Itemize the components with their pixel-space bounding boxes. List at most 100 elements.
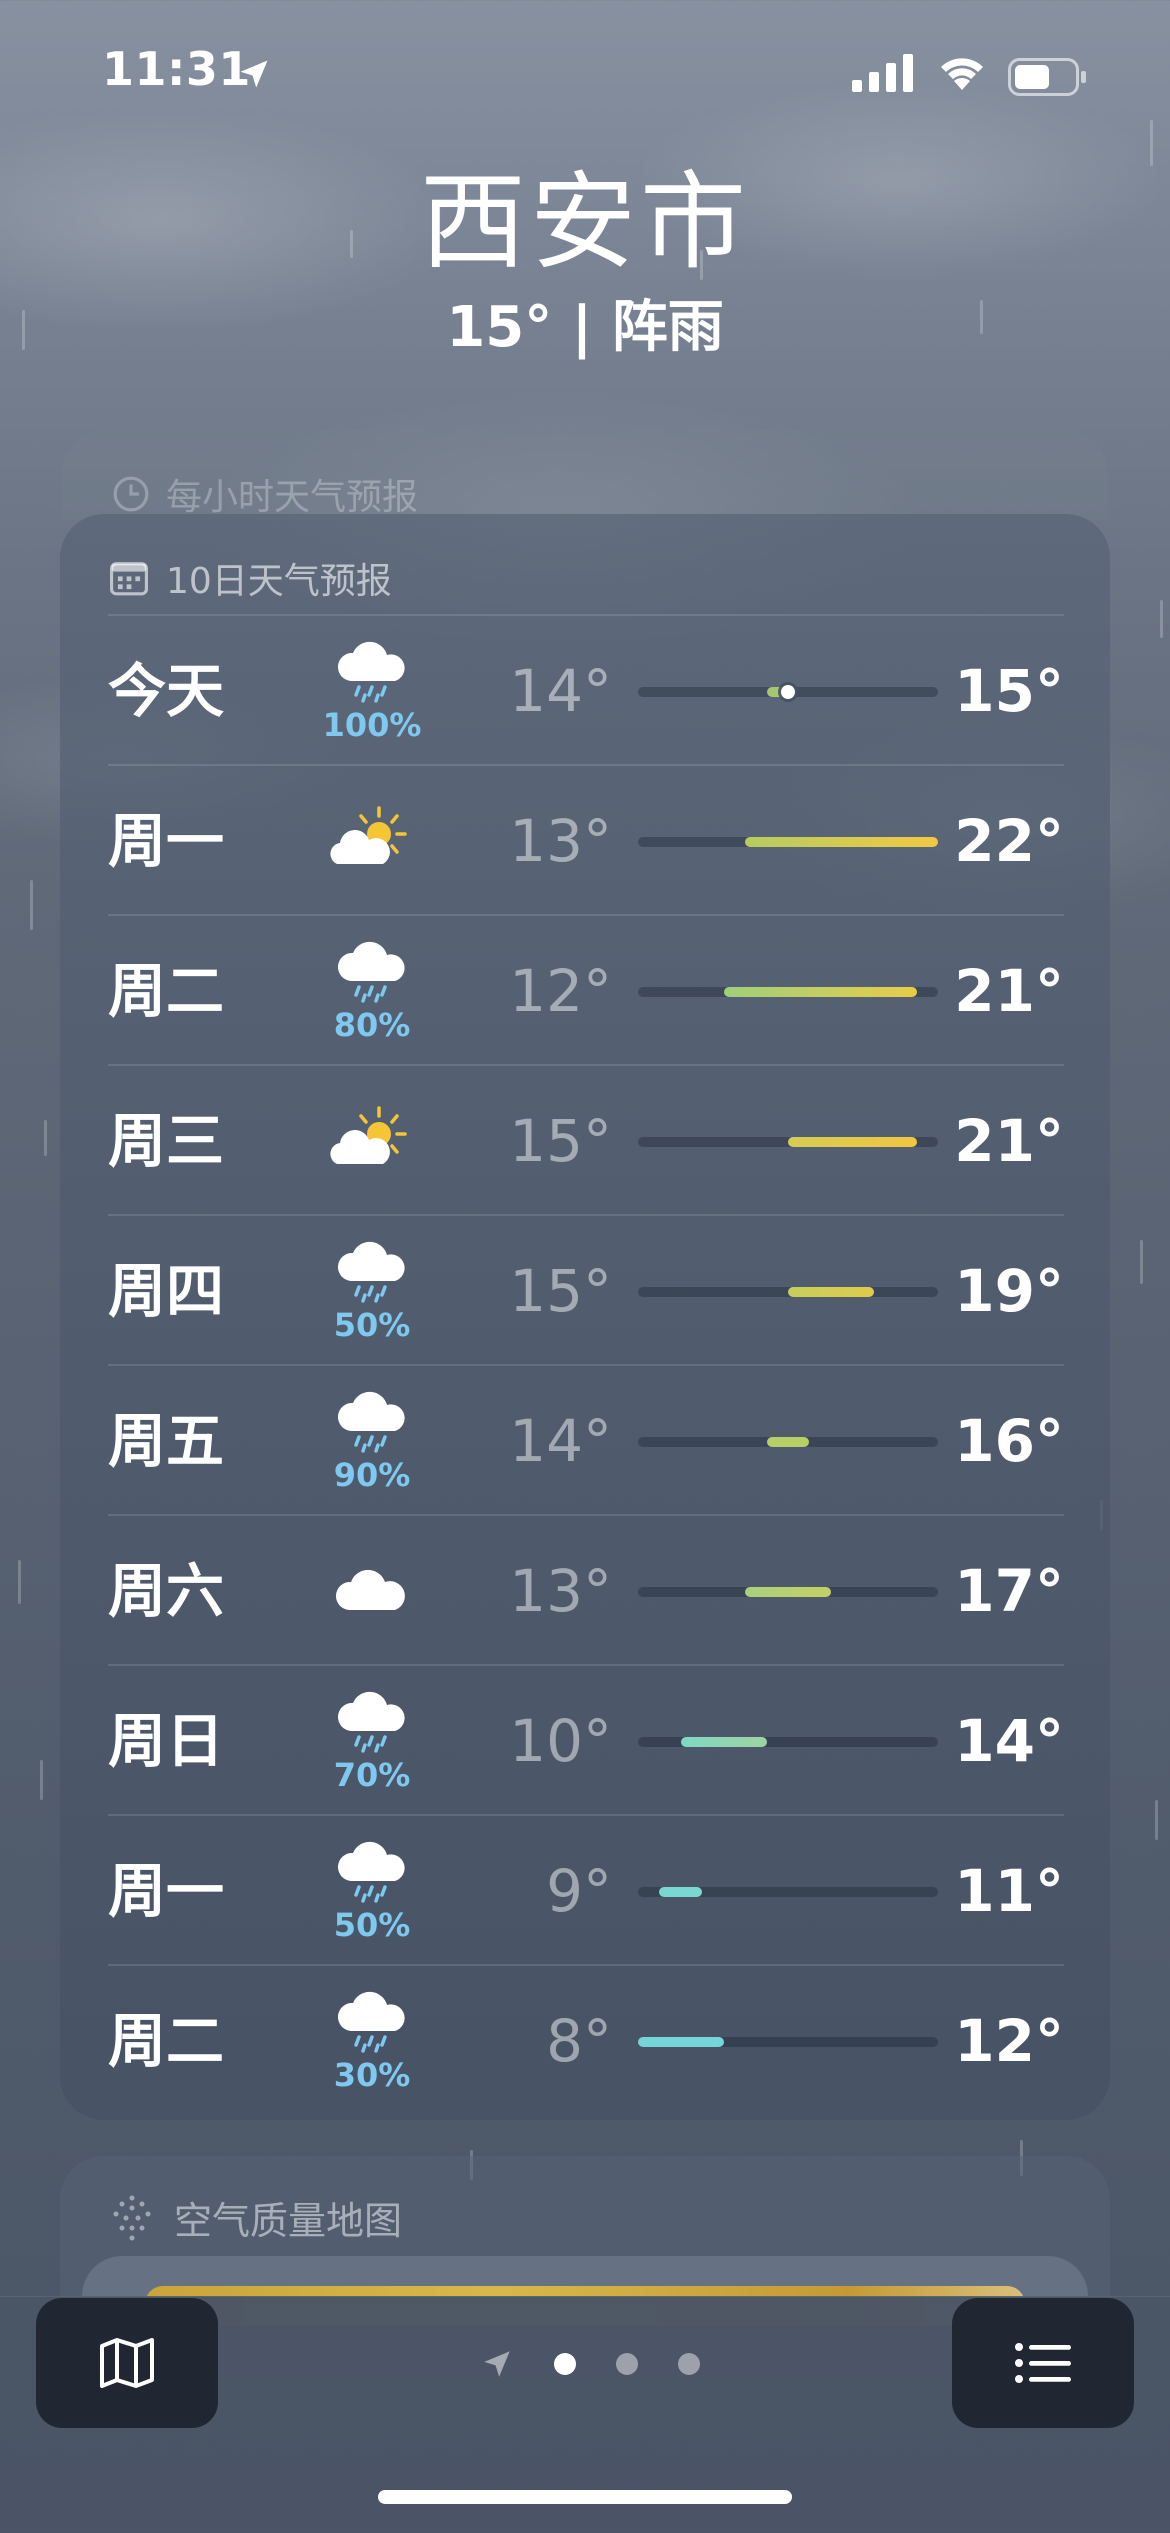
temp-range-bar — [788, 1287, 874, 1297]
ten-day-forecast-title: 10日天气预报 — [166, 561, 392, 602]
rain-cloud-icon — [333, 641, 411, 707]
forecast-row[interactable]: 周四 50% 15° 19° — [108, 1214, 1064, 1366]
rain-streak — [18, 1560, 21, 1604]
temp-range-bar — [766, 1437, 810, 1447]
precip-chance: 50% — [333, 1306, 411, 1344]
temp-range-track — [638, 1437, 938, 1447]
page-dot — [678, 2353, 700, 2375]
low-temp: 14° — [509, 1407, 612, 1475]
page-dot — [616, 2353, 638, 2375]
ten-day-forecast-card[interactable]: 10日天气预报 今天 100% 14° 15° 周一 13° 22° 周二 80% 12° 21° 周… — [60, 514, 1110, 2120]
forecast-day: 周四 — [108, 1257, 225, 1325]
rain-cloud-icon — [333, 941, 411, 1007]
rain-streak — [1155, 1800, 1158, 1840]
forecast-day: 周三 — [108, 1107, 225, 1175]
air-quality-title: 空气质量地图 — [174, 2199, 403, 2243]
status-bar: 11:31 — [0, 0, 1170, 150]
location-arrow-icon — [240, 60, 268, 88]
forecast-icon-wrap: 70% — [318, 1666, 426, 1816]
forecast-day: 今天 — [108, 657, 225, 725]
forecast-row[interactable]: 周二 80% 12° 21° — [108, 914, 1064, 1066]
low-temp: 14° — [509, 657, 612, 725]
temp-range-bar — [788, 1137, 917, 1147]
forecast-icon-wrap: 50% — [318, 1816, 426, 1966]
status-time: 11:31 — [102, 42, 251, 96]
temp-range-bar — [680, 1737, 767, 1747]
forecast-row[interactable]: 今天 100% 14° 15° — [108, 614, 1064, 766]
partly-sunny-icon — [327, 1104, 417, 1178]
high-temp: 17° — [954, 1557, 1064, 1625]
air-quality-dots-icon — [113, 2195, 151, 2240]
map-button[interactable] — [36, 2298, 218, 2428]
forecast-icon-wrap — [318, 766, 426, 916]
temp-range-bar — [638, 2037, 724, 2047]
battery-icon — [1008, 58, 1086, 96]
high-temp: 22° — [954, 807, 1064, 875]
current-temp-dot — [781, 685, 795, 699]
temp-range-bar — [745, 837, 938, 847]
hourly-forecast-label: 每小时天气预报 — [166, 477, 419, 518]
cloud-icon — [333, 1564, 411, 1618]
list-icon — [1015, 2343, 1071, 2383]
temp-range-track — [638, 1587, 938, 1597]
temp-range-bar — [659, 1887, 703, 1897]
precip-chance: 50% — [333, 1906, 411, 1944]
temp-range-track — [638, 2037, 938, 2047]
low-temp: 8° — [546, 2007, 612, 2075]
temp-range-track — [638, 1887, 938, 1897]
rain-streak — [1160, 600, 1163, 638]
high-temp: 16° — [954, 1407, 1064, 1475]
forecast-row[interactable]: 周二 30% 8° 12° — [108, 1964, 1064, 2116]
page-indicator[interactable] — [480, 2344, 700, 2384]
rain-streak — [40, 1760, 43, 1800]
forecast-day: 周六 — [108, 1557, 225, 1625]
high-temp: 14° — [954, 1707, 1064, 1775]
forecast-row[interactable]: 周一 13° 22° — [108, 764, 1064, 916]
ten-day-forecast-header: 10日天气预报 — [110, 552, 392, 604]
precip-chance: 80% — [333, 1006, 411, 1044]
page-dot-active — [554, 2353, 576, 2375]
forecast-icon-wrap: 30% — [318, 1966, 426, 2116]
high-temp: 15° — [954, 657, 1064, 725]
low-temp: 12° — [509, 957, 612, 1025]
clock-icon — [113, 476, 149, 512]
home-indicator[interactable] — [378, 2490, 792, 2504]
calendar-icon — [110, 562, 148, 596]
city-name: 西安市 — [420, 161, 750, 284]
location-page-icon — [484, 2351, 510, 2377]
forecast-day: 周一 — [108, 807, 225, 875]
precip-chance: 30% — [333, 2056, 411, 2094]
rain-streak — [1140, 1240, 1143, 1284]
forecast-row[interactable]: 周六 13° 17° — [108, 1514, 1064, 1666]
forecast-day: 周二 — [108, 2007, 225, 2075]
forecast-icon-wrap — [318, 1516, 426, 1666]
temp-range-track — [638, 1287, 938, 1297]
low-temp: 13° — [509, 807, 612, 875]
forecast-day: 周二 — [108, 957, 225, 1025]
high-temp: 19° — [954, 1257, 1064, 1325]
rain-cloud-icon — [333, 1841, 411, 1907]
forecast-icon-wrap: 50% — [318, 1216, 426, 1366]
wifi-icon — [941, 58, 983, 90]
forecast-row[interactable]: 周五 90% 14° 16° — [108, 1364, 1064, 1516]
rain-cloud-icon — [333, 1991, 411, 2057]
forecast-row[interactable]: 周三 15° 21° — [108, 1064, 1064, 1216]
low-temp: 15° — [509, 1107, 612, 1175]
temp-range-bar — [745, 1587, 831, 1597]
high-temp: 21° — [954, 957, 1064, 1025]
low-temp: 9° — [546, 1857, 612, 1925]
precip-chance: 70% — [333, 1756, 411, 1794]
rain-streak — [44, 1120, 47, 1156]
low-temp: 13° — [509, 1557, 612, 1625]
rain-cloud-icon — [333, 1691, 411, 1757]
rain-cloud-icon — [333, 1241, 411, 1307]
forecast-row[interactable]: 周一 50% 9° 11° — [108, 1814, 1064, 1966]
forecast-row[interactable]: 周日 70% 10° 14° — [108, 1664, 1064, 1816]
forecast-day: 周一 — [108, 1857, 225, 1925]
high-temp: 11° — [954, 1857, 1064, 1925]
low-temp: 10° — [509, 1707, 612, 1775]
rain-streak — [30, 880, 33, 930]
precip-chance: 90% — [333, 1456, 411, 1494]
temp-range-track — [638, 1737, 938, 1747]
city-list-button[interactable] — [952, 2298, 1134, 2428]
